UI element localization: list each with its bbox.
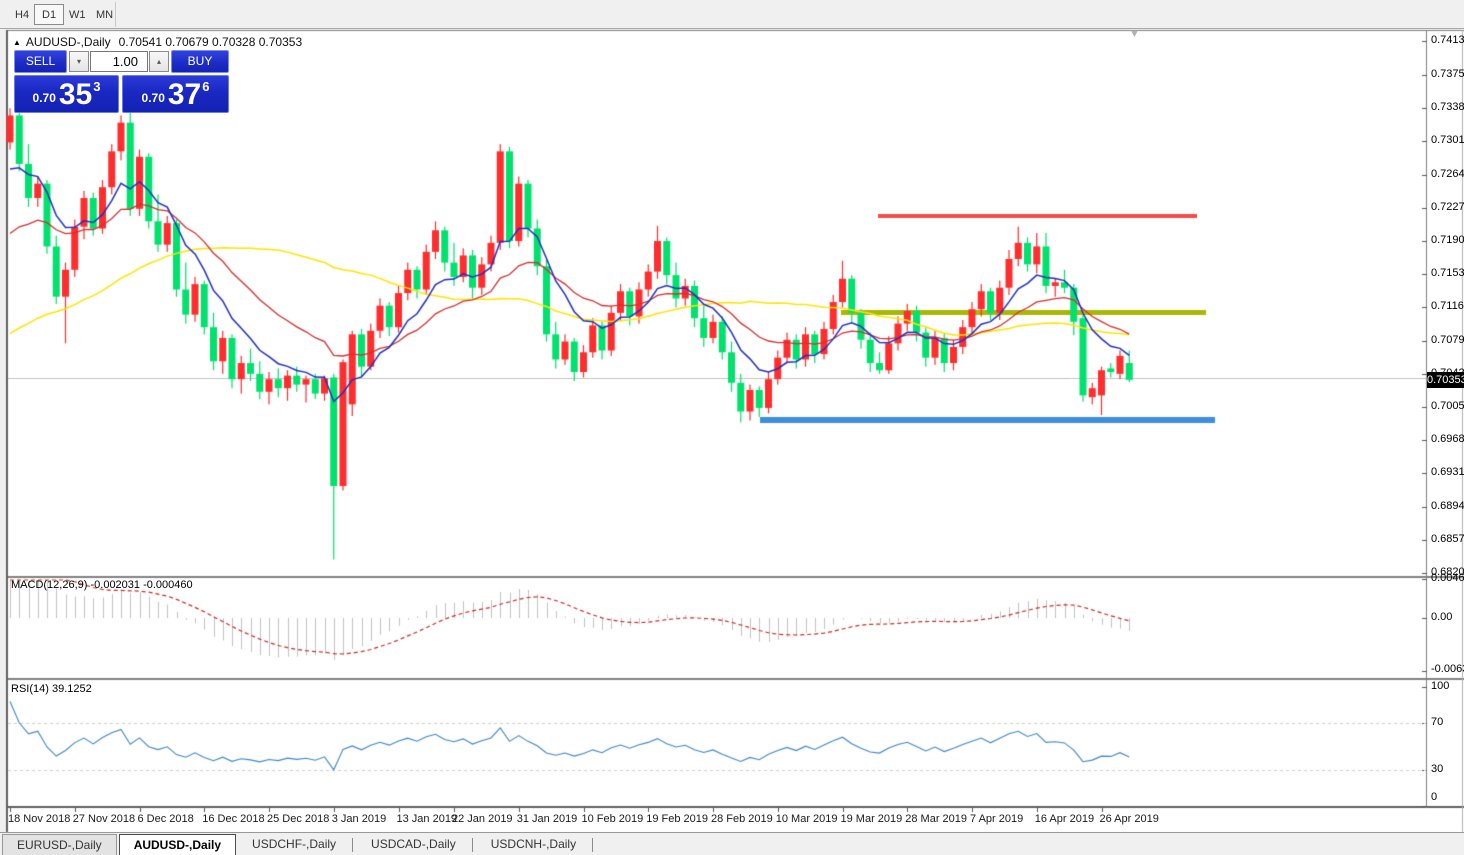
macd-values: -0.002031 -0.000460 — [90, 579, 192, 591]
buy-price-prefix: 0.70 — [142, 91, 165, 105]
tab-separator — [352, 838, 353, 852]
date-axis-label: 28 Feb 2019 — [711, 813, 773, 825]
rsi-axis-label: 100 — [1431, 680, 1449, 692]
price-axis-label: 0.69310 — [1431, 466, 1464, 478]
symbol-tab-audusd[interactable]: AUDUSD-,Daily — [119, 834, 236, 855]
sell-price-prefix: 0.70 — [33, 91, 56, 105]
date-axis-label: 18 Nov 2018 — [8, 813, 70, 825]
volume-increase-button[interactable]: ▴ — [149, 51, 169, 72]
macd-indicator-label: MACD(12,26,9) -0.002031 -0.000460 — [11, 579, 193, 591]
macd-name: MACD(12,26,9) — [11, 579, 87, 591]
chart-shift-marker-icon[interactable]: ▼ — [1129, 28, 1140, 40]
timeframe-button-h4[interactable]: H4 — [7, 4, 37, 25]
price-axis-label: 0.73010 — [1431, 134, 1464, 146]
date-axis-label: 16 Apr 2019 — [1035, 813, 1094, 825]
price-axis-label: 0.70050 — [1431, 400, 1464, 412]
price-axis-label: 0.69680 — [1431, 433, 1464, 445]
symbol-tab-bar: EURUSD-,DailyAUDUSD-,DailyUSDCHF-,Daily U… — [0, 832, 1464, 855]
one-click-trading-panel: SELL ▾ ▴ BUY 0.70353 0.70376 — [14, 50, 229, 113]
tab-separator — [472, 838, 473, 852]
volume-input[interactable] — [90, 51, 148, 72]
date-axis-label: 6 Dec 2018 — [138, 813, 194, 825]
sell-price-panel[interactable]: 0.70353 — [14, 75, 119, 113]
buy-price-big: 37 — [168, 82, 201, 108]
date-axis-label: 19 Mar 2019 — [841, 813, 903, 825]
timeframe-toolbar: H4D1W1MN — [0, 0, 1464, 29]
chart-ohlc-readout: 0.70541 0.70679 0.70328 0.70353 — [119, 35, 303, 49]
timeframe-button-mn[interactable]: MN — [88, 4, 121, 25]
date-axis-label: 10 Mar 2019 — [776, 813, 838, 825]
price-axis-label: 0.72640 — [1431, 168, 1464, 180]
date-axis-label: 7 Apr 2019 — [970, 813, 1023, 825]
sell-button[interactable]: SELL — [14, 50, 67, 73]
macd-axis-top: 0.004694 — [1431, 572, 1464, 584]
timeframe-button-d1[interactable]: D1 — [34, 4, 64, 25]
toolbar-divider — [115, 2, 116, 27]
rsi-axis-label: 30 — [1431, 763, 1443, 775]
symbol-tab-eurusd[interactable]: EURUSD-,Daily — [2, 834, 117, 855]
trade-controls-row: SELL ▾ ▴ BUY — [14, 50, 229, 73]
tab-separator — [592, 838, 593, 852]
price-axis-label: 0.71160 — [1431, 300, 1464, 312]
price-axis-label: 0.73750 — [1431, 68, 1464, 80]
date-axis-label: 31 Jan 2019 — [517, 813, 578, 825]
date-axis-label: 16 Dec 2018 — [202, 813, 264, 825]
date-axis-label: 25 Dec 2018 — [267, 813, 329, 825]
macd-axis-bottom: -0.00639 — [1431, 663, 1464, 675]
price-axis-label: 0.73380 — [1431, 101, 1464, 113]
price-axis-label: 0.70790 — [1431, 334, 1464, 346]
sell-price-pip: 3 — [93, 79, 100, 94]
volume-decrease-button[interactable]: ▾ — [69, 51, 89, 72]
buy-button[interactable]: BUY — [171, 50, 229, 73]
date-axis-label: 26 Apr 2019 — [1100, 813, 1159, 825]
rsi-value: 39.1252 — [52, 683, 92, 695]
symbol-tab-usdcad[interactable]: USDCAD-,Daily — [357, 834, 470, 855]
rsi-axis-label: 70 — [1431, 716, 1443, 728]
price-axis-label: 0.68570 — [1431, 533, 1464, 545]
price-axis-label: 0.74130 — [1431, 34, 1464, 46]
buy-price-pip: 6 — [202, 79, 209, 94]
chart-symbol-label: AUDUSD-,Daily — [26, 35, 111, 49]
rsi-axis-label: 0 — [1431, 791, 1437, 803]
mt5-window: H4D1W1MN ▲ AUDUSD-,Daily 0.70541 0.70679 0… — [0, 0, 1464, 855]
date-axis-label: 13 Jan 2019 — [397, 813, 458, 825]
date-axis-label: 10 Feb 2019 — [582, 813, 644, 825]
date-axis-label: 27 Nov 2018 — [73, 813, 135, 825]
date-axis-label: 19 Feb 2019 — [646, 813, 708, 825]
symbol-tab-usdcnh[interactable]: USDCNH-,Daily — [477, 834, 590, 855]
price-axis-label: 0.68940 — [1431, 500, 1464, 512]
date-axis-label: 28 Mar 2019 — [905, 813, 967, 825]
date-axis-label: 22 Jan 2019 — [452, 813, 513, 825]
chart-title: ▲ AUDUSD-,Daily 0.70541 0.70679 0.70328 0.… — [13, 35, 302, 49]
symbol-expand-icon[interactable]: ▲ — [13, 38, 21, 47]
macd-axis-zero: 0.00 — [1431, 611, 1452, 623]
price-axis-label: 0.71530 — [1431, 267, 1464, 279]
price-axis-label: 0.71900 — [1431, 234, 1464, 246]
date-axis-label: 3 Jan 2019 — [332, 813, 386, 825]
price-chart-canvas[interactable] — [0, 0, 1464, 855]
price-axis-label: 0.72270 — [1431, 201, 1464, 213]
buy-price-panel[interactable]: 0.70376 — [122, 75, 229, 113]
current-price-badge: 0.70353 — [1427, 372, 1464, 388]
sell-price-big: 35 — [59, 82, 92, 108]
symbol-tab-usdchf[interactable]: USDCHF-,Daily — [238, 834, 350, 855]
rsi-indicator-label: RSI(14) 39.1252 — [11, 683, 92, 695]
rsi-name: RSI(14) — [11, 683, 49, 695]
